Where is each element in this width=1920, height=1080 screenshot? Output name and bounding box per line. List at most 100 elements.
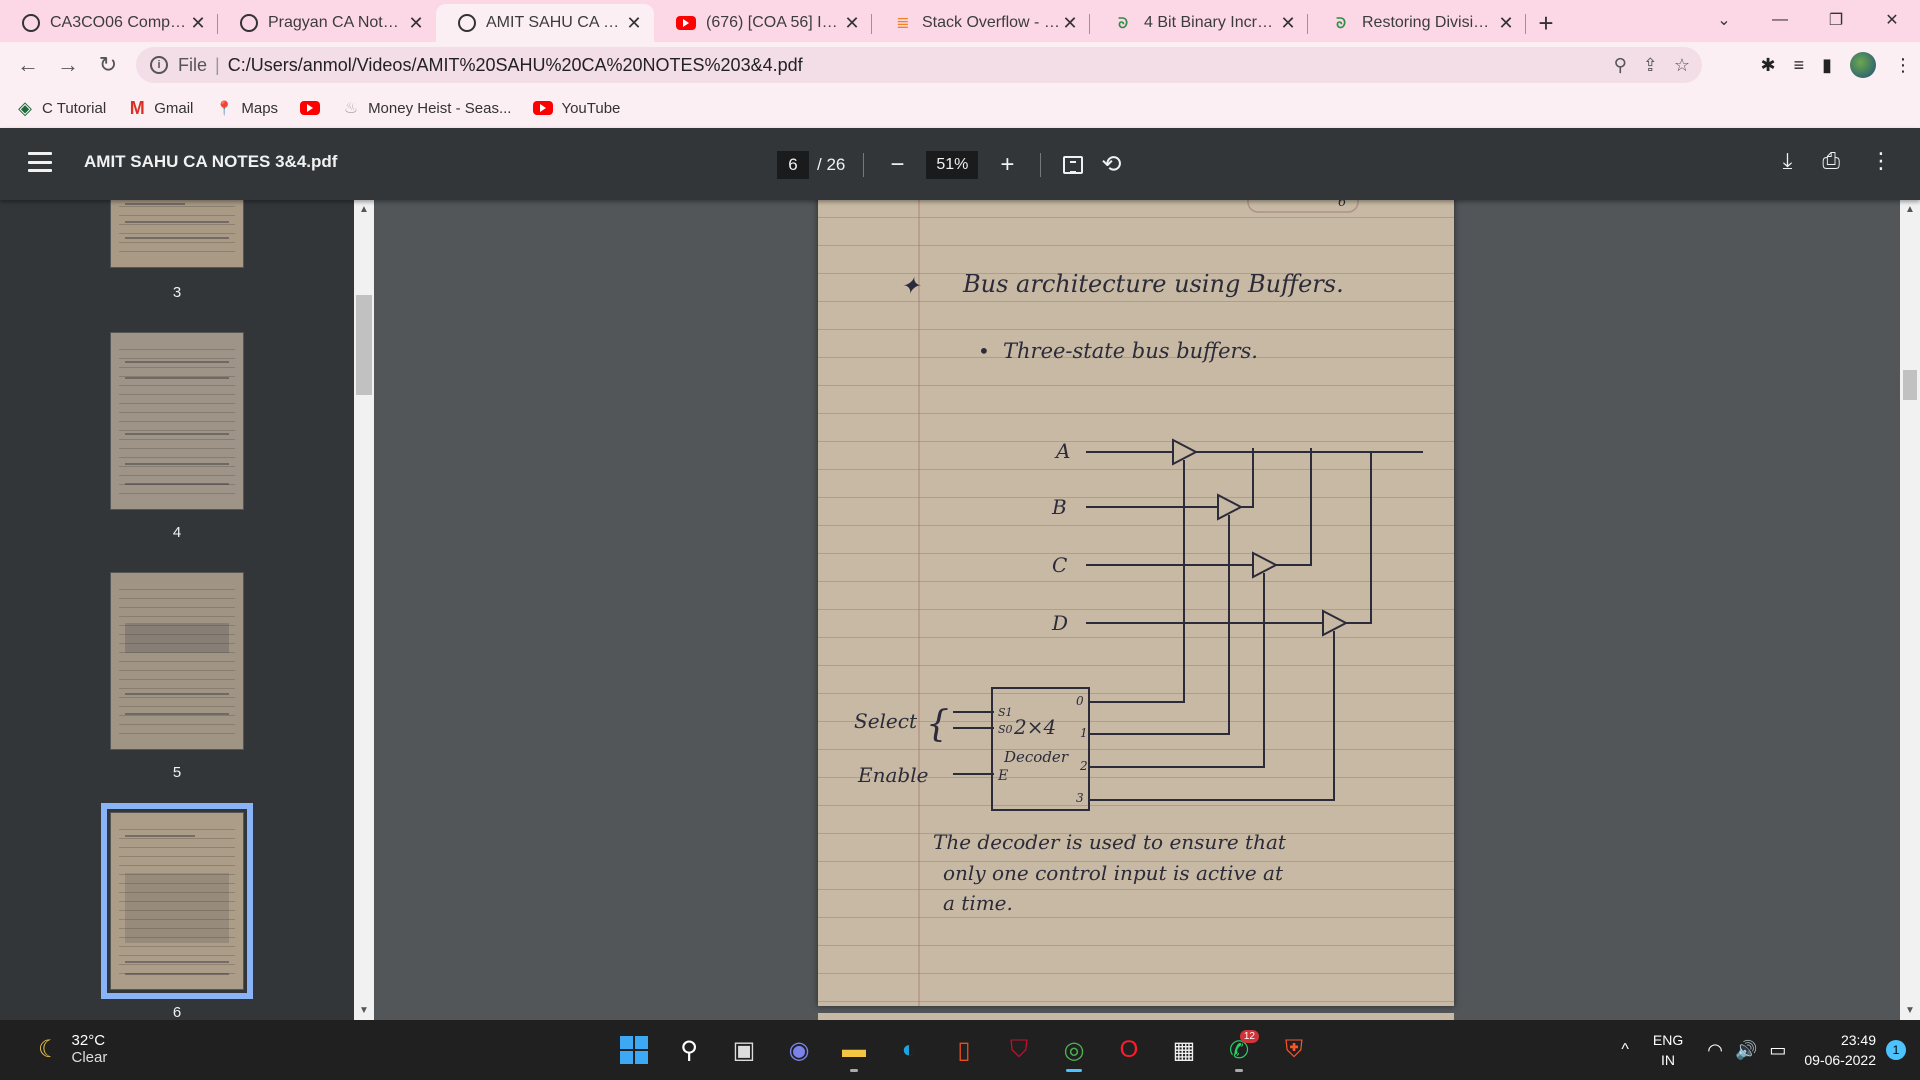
wifi-icon[interactable]: ◠ — [1707, 1040, 1723, 1061]
whatsapp-button[interactable]: ✆ 12 — [1217, 1028, 1261, 1072]
bookmark-star-icon[interactable]: ☆ — [1674, 55, 1690, 76]
extensions-icon[interactable]: ✱ — [1760, 55, 1775, 76]
zoom-in-button[interactable]: + — [992, 151, 1022, 179]
whatsapp-badge: 12 — [1239, 1030, 1259, 1043]
start-button[interactable] — [612, 1028, 656, 1072]
bookmark-money-heist[interactable]: ♨ Money Heist - Seas... — [342, 100, 512, 118]
reload-button[interactable]: ↻ — [88, 47, 128, 83]
close-icon[interactable]: ✕ — [624, 13, 644, 34]
weather-widget[interactable]: ☾ 32°C Clear — [38, 1032, 107, 1066]
address-bar[interactable]: i File | C:/Users/anmol/Videos/AMIT%20SA… — [136, 47, 1702, 83]
restore-button[interactable]: ❐ — [1808, 0, 1864, 40]
more-options-icon[interactable]: ⋮ — [1870, 148, 1892, 174]
bookmark-label: C Tutorial — [42, 99, 107, 117]
svg-text:B: B — [1051, 495, 1067, 519]
tab-gfg-incrementer[interactable]: ᘐ 4 Bit Binary Incremen ✕ — [1090, 4, 1308, 42]
fit-page-icon[interactable] — [1063, 155, 1084, 174]
menu-hamburger-icon[interactable] — [28, 152, 52, 172]
thumbnail-page-3[interactable] — [110, 200, 244, 268]
gmail-icon: M — [129, 97, 145, 118]
tab-pragyan-notes[interactable]: Pragyan CA Notes.pdf ✕ — [218, 4, 436, 42]
back-button[interactable]: ← — [8, 47, 48, 83]
close-icon[interactable]: ✕ — [1496, 13, 1516, 34]
thumbnail-label: 4 — [172, 524, 182, 541]
bookmark-c-tutorial[interactable]: ◈ C Tutorial — [16, 98, 107, 118]
close-icon[interactable]: ✕ — [188, 13, 208, 34]
zoom-input[interactable]: 51% — [926, 150, 979, 179]
viewer-scrollbar[interactable]: ▲ ▼ — [1900, 200, 1920, 1020]
clock[interactable]: 23:49 09-06-2022 — [1804, 1030, 1876, 1070]
tab-title: Stack Overflow - Whe — [922, 14, 1060, 31]
page-navigation: 6 / 26 − 51% + ⟲ — [777, 150, 1121, 179]
tab-title: AMIT SAHU CA NOTE — [486, 14, 624, 31]
pdf-page-6: 6 ✦ Bus architecture using Buffers. • Th… — [818, 200, 1454, 1006]
brave-button[interactable]: ⛨ — [1272, 1028, 1316, 1072]
tab-ca3co06[interactable]: CA3CO06 Computer A ✕ — [0, 4, 218, 42]
bookmark-gmail[interactable]: M Gmail — [128, 97, 194, 118]
opera-button[interactable]: O — [1107, 1028, 1151, 1072]
tab-stackoverflow[interactable]: ≣ Stack Overflow - Whe ✕ — [872, 4, 1090, 42]
forward-button[interactable]: → — [48, 47, 88, 83]
document-viewer[interactable]: 6 ✦ Bus architecture using Buffers. • Th… — [374, 200, 1900, 1020]
sidebar-scrollbar[interactable]: ▲ ▼ — [354, 200, 374, 1020]
download-icon[interactable]: ⤓ — [1783, 148, 1793, 174]
tab-youtube-coa[interactable]: (676) [COA 56] Increm ✕ — [654, 4, 872, 42]
volume-icon[interactable]: 🔊 — [1735, 1040, 1757, 1061]
thumbnail-page-4[interactable] — [110, 332, 244, 510]
tab-amit-sahu-notes[interactable]: AMIT SAHU CA NOTE ✕ — [436, 4, 654, 42]
globe-icon — [22, 14, 40, 32]
task-view-icon: ▣ — [732, 1036, 756, 1064]
thumbnail-page-5[interactable] — [110, 572, 244, 750]
scheme-label: File — [178, 54, 208, 75]
battery-icon[interactable]: ▭ — [1769, 1040, 1786, 1061]
svg-text:Bus architecture using Buffers: Bus architecture using Buffers. — [962, 270, 1344, 298]
brave-icon: ⛨ — [1285, 1036, 1303, 1063]
bookmark-youtube[interactable]: YouTube — [533, 100, 620, 117]
close-icon[interactable]: ✕ — [406, 13, 426, 34]
svg-text:Select: Select — [854, 709, 918, 733]
search-button[interactable]: ⚲ — [667, 1028, 711, 1072]
reading-list-icon[interactable]: ≡ — [1794, 55, 1805, 76]
edge-button[interactable]: ◐ — [887, 1028, 931, 1072]
close-icon[interactable]: ✕ — [842, 13, 862, 34]
clock-time: 23:49 — [1840, 1032, 1876, 1048]
file-explorer-button[interactable]: ▬ — [832, 1028, 876, 1072]
teams-chat-button[interactable]: ◉ — [777, 1028, 821, 1072]
notification-badge[interactable]: 1 — [1886, 1040, 1906, 1060]
svg-text:1: 1 — [1080, 726, 1088, 740]
mcafee-button[interactable]: ⛉ — [997, 1028, 1041, 1072]
office-icon: ▯ — [957, 1036, 971, 1064]
tab-title: (676) [COA 56] Increm — [706, 14, 842, 31]
tab-gfg-division[interactable]: ᘐ Restoring Division Alg ✕ — [1308, 4, 1526, 42]
chrome-button[interactable]: ◎ — [1052, 1028, 1096, 1072]
info-icon[interactable]: i — [150, 56, 168, 74]
profile-avatar[interactable] — [1850, 52, 1876, 78]
bookmark-youtube-icon-only[interactable] — [300, 101, 321, 115]
close-window-button[interactable]: ✕ — [1864, 0, 1920, 40]
share-icon[interactable]: ⇪ — [1643, 55, 1658, 76]
bookmark-maps[interactable]: 📍 Maps — [215, 100, 278, 117]
store-button[interactable]: ▦ — [1162, 1028, 1206, 1072]
chevron-up-icon[interactable]: ^ — [1621, 1041, 1629, 1059]
side-panel-icon[interactable]: ▮ — [1822, 55, 1832, 76]
close-icon[interactable]: ✕ — [1278, 13, 1298, 34]
tab-title: Restoring Division Alg — [1362, 14, 1496, 31]
zoom-icon[interactable]: ⚲ — [1614, 55, 1627, 76]
menu-icon[interactable]: ⋮ — [1894, 55, 1912, 76]
office-button[interactable]: ▯ — [942, 1028, 986, 1072]
task-view-button[interactable]: ▣ — [722, 1028, 766, 1072]
page-total: / 26 — [817, 154, 846, 174]
print-icon[interactable]: ⎙ — [1822, 148, 1840, 174]
page-number-input[interactable]: 6 — [777, 150, 809, 179]
tab-search-icon[interactable]: ⌄ — [1696, 0, 1752, 40]
thumbnail-page-6[interactable] — [101, 803, 253, 999]
svg-text:a time.: a time. — [943, 891, 1013, 915]
zoom-out-button[interactable]: − — [882, 151, 912, 179]
new-tab-button[interactable]: + — [1526, 4, 1566, 42]
close-icon[interactable]: ✕ — [1060, 13, 1080, 34]
minimize-button[interactable]: — — [1752, 0, 1808, 40]
language-indicator[interactable]: ENG IN — [1653, 1030, 1683, 1070]
rotate-icon[interactable]: ⟲ — [1101, 150, 1121, 179]
url-text[interactable]: C:/Users/anmol/Videos/AMIT%20SAHU%20CA%2… — [228, 55, 803, 76]
pdf-toolbar: AMIT SAHU CA NOTES 3&4.pdf 6 / 26 − 51% … — [0, 128, 1920, 200]
